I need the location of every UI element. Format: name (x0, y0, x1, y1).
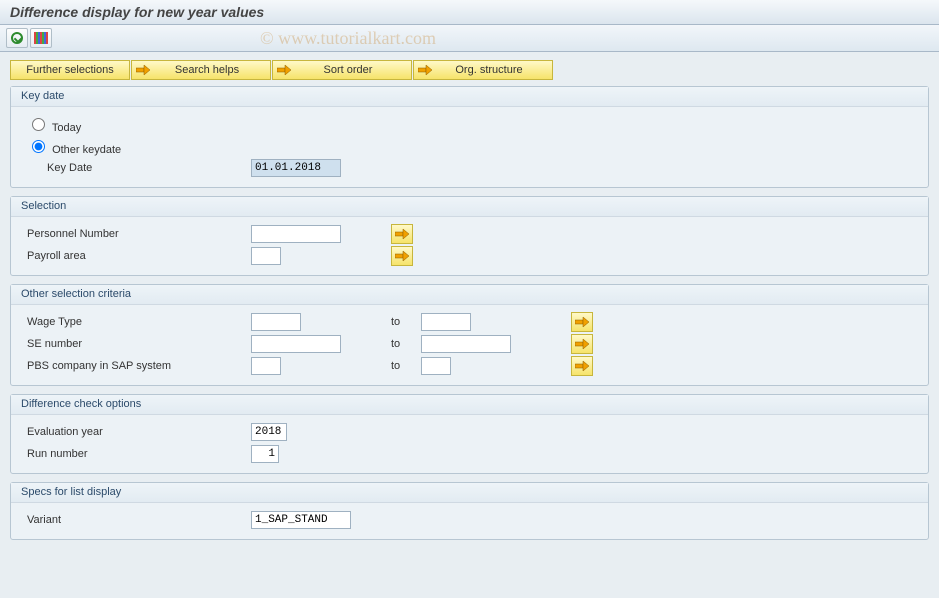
wage-type-from-input[interactable] (251, 313, 301, 331)
se-number-from-input[interactable] (251, 335, 341, 353)
today-radio-row[interactable]: Today (21, 115, 251, 134)
group-other-criteria: Other selection criteria Wage Type to SE… (10, 284, 929, 386)
se-number-label: SE number (21, 338, 251, 350)
payroll-area-label: Payroll area (21, 250, 251, 262)
further-selections-button[interactable]: Further selections (10, 60, 130, 80)
personnel-number-label: Personnel Number (21, 228, 251, 240)
payroll-area-multi-button[interactable] (391, 246, 413, 266)
pbs-company-multi-button[interactable] (571, 356, 593, 376)
group-selection: Selection Personnel Number Payroll area (10, 196, 929, 276)
org-structure-label: Org. structure (455, 64, 522, 76)
evaluation-year-input[interactable] (251, 423, 287, 441)
arrow-icon (277, 64, 291, 76)
run-number-input[interactable] (251, 445, 279, 463)
personnel-number-input[interactable] (251, 225, 341, 243)
sort-order-button[interactable]: Sort order (272, 60, 412, 80)
payroll-area-input[interactable] (251, 247, 281, 265)
group-legend: Specs for list display (11, 483, 928, 503)
search-helps-button[interactable]: Search helps (131, 60, 271, 80)
wage-type-label: Wage Type (21, 316, 251, 328)
to-label: to (391, 316, 400, 328)
stripe-icon (34, 32, 48, 44)
group-legend: Selection (11, 197, 928, 217)
key-date-input[interactable] (251, 159, 341, 177)
toolbar (0, 25, 939, 52)
pbs-company-to-input[interactable] (421, 357, 451, 375)
execute-icon (11, 32, 23, 44)
content-area: Further selections Search helps Sort ord… (0, 52, 939, 550)
pbs-company-label: PBS company in SAP system (21, 360, 251, 372)
variant-label: Variant (21, 514, 251, 526)
group-specs-list: Specs for list display Variant (10, 482, 929, 540)
key-date-label: Key Date (21, 162, 251, 174)
variant-input[interactable] (251, 511, 351, 529)
sort-order-label: Sort order (324, 64, 373, 76)
today-radio[interactable] (32, 118, 45, 131)
pbs-company-from-input[interactable] (251, 357, 281, 375)
evaluation-year-label: Evaluation year (21, 426, 251, 438)
arrow-icon (136, 64, 150, 76)
arrow-icon (575, 360, 589, 372)
group-legend: Other selection criteria (11, 285, 928, 305)
today-label: Today (52, 122, 81, 134)
group-legend: Difference check options (11, 395, 928, 415)
search-helps-label: Search helps (175, 64, 239, 76)
se-number-to-input[interactable] (421, 335, 511, 353)
group-legend: Key date (11, 87, 928, 107)
arrow-icon (575, 316, 589, 328)
run-number-label: Run number (21, 448, 251, 460)
other-keydate-label: Other keydate (52, 144, 121, 156)
to-label: to (391, 360, 400, 372)
personnel-number-multi-button[interactable] (391, 224, 413, 244)
arrow-icon (418, 64, 432, 76)
org-structure-button[interactable]: Org. structure (413, 60, 553, 80)
execute-button[interactable] (6, 28, 28, 48)
group-difference-check: Difference check options Evaluation year… (10, 394, 929, 474)
to-label: to (391, 338, 400, 350)
page-title: Difference display for new year values (0, 0, 939, 25)
top-button-row: Further selections Search helps Sort ord… (10, 60, 929, 80)
wage-type-multi-button[interactable] (571, 312, 593, 332)
wage-type-to-input[interactable] (421, 313, 471, 331)
other-keydate-radio[interactable] (32, 140, 45, 153)
arrow-icon (575, 338, 589, 350)
variant-button[interactable] (30, 28, 52, 48)
other-keydate-radio-row[interactable]: Other keydate (21, 137, 251, 156)
arrow-icon (395, 228, 409, 240)
se-number-multi-button[interactable] (571, 334, 593, 354)
arrow-icon (395, 250, 409, 262)
group-key-date: Key date Today Other keydate Key Date (10, 86, 929, 188)
